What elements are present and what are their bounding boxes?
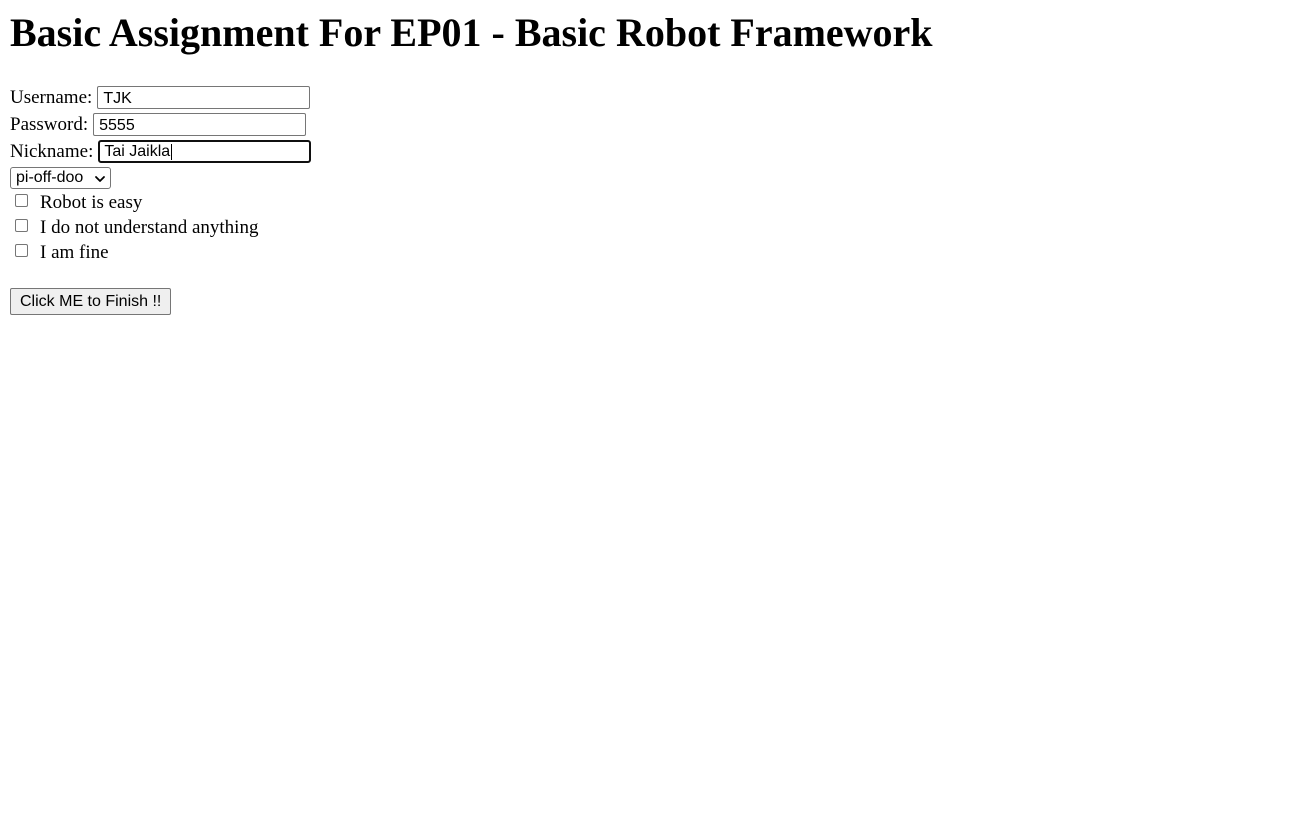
choice-dropdown[interactable]: pi-off-doo <box>10 166 111 189</box>
checkbox-label: I am fine <box>40 241 109 263</box>
text-cursor <box>171 144 173 160</box>
page-title: Basic Assignment For EP01 - Basic Robot … <box>10 10 933 55</box>
chevron-down-icon <box>94 172 106 184</box>
nickname-label: Nickname: <box>10 140 94 162</box>
checkbox-do-not-understand[interactable] <box>15 219 28 232</box>
submit-row: Click ME to Finish !! <box>10 288 311 315</box>
checkbox-i-am-fine[interactable] <box>15 244 28 257</box>
checkbox-row: I do not understand anything <box>10 215 311 240</box>
finish-button[interactable]: Click ME to Finish !! <box>10 288 172 315</box>
checkbox-label: Robot is easy <box>40 191 143 213</box>
dropdown-row: pi-off-doo <box>10 165 311 190</box>
checkbox-label: I do not understand anything <box>40 216 259 238</box>
password-input[interactable]: 5555 <box>93 113 307 136</box>
password-label: Password: <box>10 113 89 135</box>
username-row: Username: TJK <box>10 84 311 111</box>
checkbox-row: I am fine <box>10 240 311 265</box>
nickname-value: Tai Jaikla <box>104 143 171 160</box>
nickname-input[interactable]: Tai Jaikla <box>98 140 312 163</box>
checkbox-robot-is-easy[interactable] <box>15 194 28 207</box>
username-input[interactable]: TJK <box>97 86 311 109</box>
checkbox-row: Robot is easy <box>10 190 311 215</box>
password-row: Password: 5555 <box>10 111 311 138</box>
assignment-form: Username: TJK Password: 5555 Nickname: T… <box>10 84 312 315</box>
nickname-row: Nickname: Tai Jaikla <box>10 138 312 165</box>
dropdown-selected-value: pi-off-doo <box>16 168 84 186</box>
username-label: Username: <box>10 86 93 108</box>
